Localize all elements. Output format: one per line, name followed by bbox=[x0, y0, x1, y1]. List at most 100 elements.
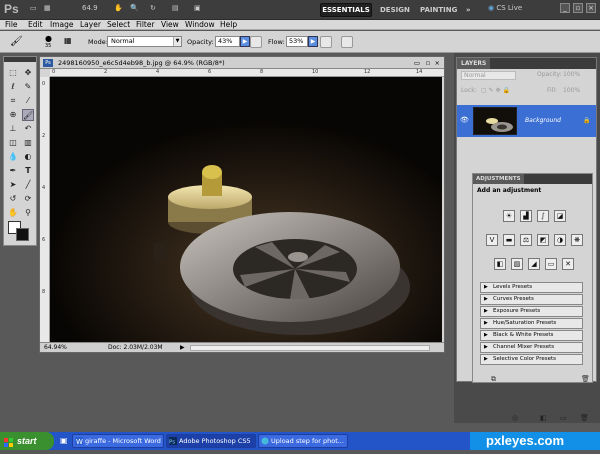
hand-icon[interactable]: ✋ bbox=[114, 4, 123, 12]
black-white-icon[interactable]: ◩ bbox=[537, 234, 549, 246]
menu-select[interactable]: Select bbox=[107, 20, 130, 30]
cs-live-menu[interactable]: ◉ CS Live bbox=[488, 4, 522, 12]
brush-panel-icon[interactable]: ▦ bbox=[64, 36, 72, 45]
channel-mixer-icon[interactable]: ❋ bbox=[571, 234, 583, 246]
taskbar-item-browser[interactable]: Upload step for phot... bbox=[258, 434, 348, 448]
gradient-map-icon[interactable]: ▭ bbox=[545, 258, 557, 270]
blur-tool-icon[interactable]: 💧 bbox=[7, 151, 19, 163]
adjustment-footer-icon[interactable]: ⧉ bbox=[491, 375, 496, 384]
threshold-icon[interactable]: ◢ bbox=[528, 258, 540, 270]
menu-help[interactable]: Help bbox=[220, 20, 237, 30]
brightness-contrast-icon[interactable]: ☀ bbox=[503, 210, 515, 222]
levels-icon[interactable]: ▟ bbox=[520, 210, 532, 222]
brush-tool-icon[interactable]: 🖌 bbox=[10, 36, 23, 47]
trash-icon[interactable]: 🗑 bbox=[581, 375, 590, 383]
flow-input[interactable]: 53% bbox=[286, 36, 308, 47]
rotate-view-icon[interactable]: ↻ bbox=[150, 4, 156, 12]
doc-restore-button[interactable]: ▫ bbox=[426, 57, 430, 69]
quick-selection-icon[interactable]: ✎ bbox=[22, 81, 34, 93]
menu-image[interactable]: Image bbox=[50, 20, 74, 30]
menu-view[interactable]: View bbox=[161, 20, 179, 30]
marquee-tool-icon[interactable]: ⬚ bbox=[7, 67, 19, 79]
tab-layers[interactable]: LAYERS bbox=[457, 58, 491, 69]
menu-window[interactable]: Window bbox=[185, 20, 215, 30]
opacity-input[interactable]: 43% bbox=[215, 36, 240, 47]
preset-black-white[interactable]: ▶ Black & White Presets bbox=[480, 330, 583, 341]
healing-brush-icon[interactable]: ⊕ bbox=[7, 109, 19, 121]
posterize-icon[interactable]: ▨ bbox=[511, 258, 523, 270]
screen-mode-icon[interactable]: ▣ bbox=[194, 4, 201, 12]
tab-adjustments[interactable]: ADJUSTMENTS bbox=[473, 174, 524, 184]
document-tab[interactable]: Ps 2498160950_e6c5d4eb98_b.jpg @ 64.9% (… bbox=[40, 57, 444, 69]
minibridge-icon[interactable]: ▦ bbox=[44, 4, 51, 12]
crop-tool-icon[interactable]: ⌗ bbox=[7, 95, 19, 107]
pen-tool-icon[interactable]: ✒ bbox=[7, 165, 19, 177]
pressure-opacity-icon[interactable] bbox=[250, 36, 262, 48]
preset-selective-color[interactable]: ▶ Selective Color Presets bbox=[480, 354, 583, 365]
doc-minimize-button[interactable]: ▭ bbox=[414, 57, 420, 69]
bridge-icon[interactable]: ▭ bbox=[30, 4, 37, 12]
opacity-slider-button[interactable]: ▶ bbox=[240, 36, 250, 47]
menu-edit[interactable]: Edit bbox=[28, 20, 43, 30]
clone-stamp-icon[interactable]: ⊥ bbox=[7, 123, 19, 135]
eraser-tool-icon[interactable]: ◫ bbox=[7, 137, 19, 149]
mask-icon[interactable]: ◧ bbox=[540, 414, 547, 422]
new-layer-icon[interactable]: ◎ bbox=[512, 414, 518, 422]
mode-select[interactable]: Normal ▼ bbox=[107, 36, 182, 47]
eyedropper-tool-icon[interactable]: ⁄ bbox=[22, 95, 34, 107]
workspace-more-button[interactable]: » bbox=[466, 3, 471, 17]
curves-icon[interactable]: ∫ bbox=[537, 210, 549, 222]
arrange-documents-icon[interactable]: ▤ bbox=[172, 4, 179, 12]
menu-layer[interactable]: Layer bbox=[80, 20, 101, 30]
photo-filter-icon[interactable]: ◑ bbox=[554, 234, 566, 246]
preset-exposure[interactable]: ▶ Exposure Presets bbox=[480, 306, 583, 317]
move-tool-icon[interactable]: ✥ bbox=[22, 67, 34, 79]
menu-filter[interactable]: Filter bbox=[136, 20, 155, 30]
horizontal-scrollbar[interactable] bbox=[190, 345, 430, 351]
pressure-size-icon[interactable] bbox=[341, 36, 353, 48]
taskbar-item-photoshop[interactable]: Ps Adobe Photoshop CS5 bbox=[166, 434, 256, 448]
history-brush-icon[interactable]: ↶ bbox=[22, 123, 34, 135]
layer-opacity-value[interactable]: 100% bbox=[563, 71, 580, 78]
menu-file[interactable]: File bbox=[5, 20, 18, 30]
doc-close-button[interactable]: × bbox=[435, 57, 440, 69]
minimize-button[interactable]: _ bbox=[560, 3, 570, 13]
vibrance-icon[interactable]: V bbox=[486, 234, 498, 246]
brush-tool-icon[interactable]: 🖌 bbox=[22, 109, 34, 121]
exposure-icon[interactable]: ◪ bbox=[554, 210, 566, 222]
flow-slider-button[interactable]: ▶ bbox=[308, 36, 318, 47]
zoom-icon[interactable]: 🔍 bbox=[130, 4, 139, 12]
hue-saturation-icon[interactable]: ▬ bbox=[503, 234, 515, 246]
preset-curves[interactable]: ▶ Curves Presets bbox=[480, 294, 583, 305]
3d-rotate-icon[interactable]: ↺ bbox=[7, 193, 19, 205]
zoom-percentage[interactable]: 64.94% bbox=[44, 343, 67, 353]
layer-row-background[interactable]: 👁 Background 🔒 bbox=[457, 105, 596, 137]
workspace-painting-button[interactable]: PAINTING bbox=[420, 3, 457, 17]
start-button[interactable]: start bbox=[0, 432, 54, 450]
type-tool-icon[interactable]: T bbox=[22, 165, 34, 177]
zoom-tool-icon[interactable]: ⚲ bbox=[22, 207, 34, 219]
delete-layer-icon[interactable]: 🗑 bbox=[580, 414, 589, 422]
path-selection-icon[interactable]: ➤ bbox=[7, 179, 19, 191]
selective-color-icon[interactable]: ✕ bbox=[562, 258, 574, 270]
folder-icon[interactable]: ▭ bbox=[560, 414, 567, 422]
eye-icon[interactable]: 👁 bbox=[460, 116, 469, 124]
preset-levels[interactable]: ▶ Levels Presets bbox=[480, 282, 583, 293]
preset-hue-saturation[interactable]: ▶ Hue/Saturation Presets bbox=[480, 318, 583, 329]
status-menu-arrow-icon[interactable]: ▶ bbox=[180, 343, 185, 353]
airbrush-icon[interactable] bbox=[320, 36, 332, 48]
image-canvas[interactable] bbox=[50, 77, 442, 342]
preset-channel-mixer[interactable]: ▶ Channel Mixer Presets bbox=[480, 342, 583, 353]
gradient-tool-icon[interactable]: ▥ bbox=[22, 137, 34, 149]
brush-preset-icon[interactable]: ● bbox=[45, 34, 52, 43]
taskbar-item-word[interactable]: W giraffe - Microsoft Word bbox=[72, 434, 164, 448]
background-color-swatch[interactable] bbox=[16, 228, 29, 241]
color-balance-icon[interactable]: ⚖ bbox=[520, 234, 532, 246]
workspace-design-button[interactable]: DESIGN bbox=[380, 3, 410, 17]
workspace-essentials-button[interactable]: ESSENTIALS bbox=[320, 3, 372, 17]
shape-tool-icon[interactable]: ╱ bbox=[22, 179, 34, 191]
blend-mode-select[interactable]: Normal bbox=[461, 71, 516, 80]
zoom-level-select[interactable]: 64.9 bbox=[82, 4, 98, 12]
invert-icon[interactable]: ◧ bbox=[494, 258, 506, 270]
3d-orbit-icon[interactable]: ⟳ bbox=[22, 193, 34, 205]
